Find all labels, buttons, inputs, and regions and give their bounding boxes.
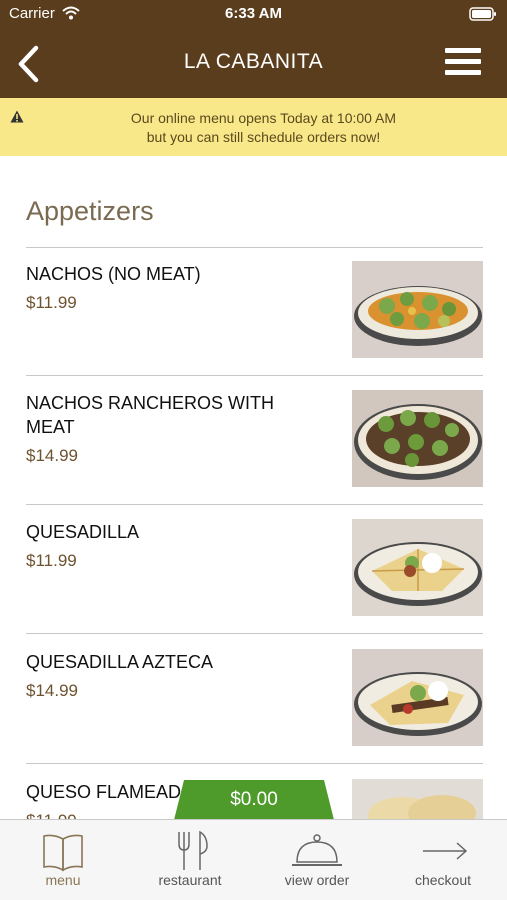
item-price: $14.99: [26, 446, 78, 465]
schedule-notice-banner: Our online menu opens Today at 10:00 AM …: [0, 98, 507, 156]
menu-item[interactable]: NACHOS (NO MEAT) $11.99: [26, 248, 483, 376]
item-photo: [352, 261, 483, 358]
tab-label: restaurant: [158, 872, 222, 888]
menu-item[interactable]: NACHOS RANCHEROS WITH MEAT $14.99: [26, 377, 483, 505]
item-price: $14.99: [26, 681, 78, 700]
menu-item[interactable]: QUESADILLA AZTECA $14.99: [26, 636, 483, 764]
item-photo: [352, 390, 483, 487]
hamburger-line: [445, 70, 481, 75]
tab-restaurant[interactable]: restaurant: [127, 820, 253, 900]
item-divider: [26, 763, 483, 764]
hamburger-line: [445, 59, 481, 64]
arrow-right-icon: [423, 842, 468, 860]
tab-view-order[interactable]: view order: [254, 820, 380, 900]
tab-checkout[interactable]: checkout: [380, 820, 506, 900]
item-price: $11.99: [26, 293, 77, 312]
item-name: NACHOS (NO MEAT): [26, 264, 201, 284]
tab-label: checkout: [414, 872, 472, 888]
status-time: 6:33 AM: [225, 5, 282, 22]
cloche-icon: [292, 834, 342, 866]
tab-menu[interactable]: menu: [0, 820, 126, 900]
warning-icon: [10, 110, 24, 123]
hamburger-menu-button[interactable]: [445, 46, 483, 78]
item-photo: [352, 519, 483, 616]
tab-bar: menu restaurant view order checkout: [0, 819, 507, 900]
battery-icon: [469, 7, 496, 21]
notice-text: Our online menu opens Today at 10:00 AM …: [30, 109, 497, 147]
notice-line-2: but you can still schedule orders now!: [146, 129, 381, 145]
menu-item[interactable]: QUESADILLA $11.99: [26, 506, 483, 634]
item-divider: [26, 504, 483, 505]
item-price: $11.99: [26, 551, 77, 570]
item-divider: [26, 375, 483, 376]
nav-bar: LA CABANITA: [0, 28, 507, 98]
item-name: QUESADILLA AZTECA: [26, 652, 214, 672]
hamburger-line: [445, 48, 481, 53]
tab-label: menu: [45, 872, 81, 888]
tab-label: view order: [284, 872, 350, 888]
page-title: LA CABANITA: [183, 50, 324, 73]
item-name: NACHOS RANCHEROS WITH MEAT: [26, 393, 275, 437]
book-icon: [43, 834, 83, 872]
item-divider: [26, 633, 483, 634]
cart-total-button[interactable]: $0.00: [174, 780, 334, 820]
item-name: QUESADILLA: [26, 522, 140, 542]
fork-knife-icon: [178, 830, 208, 870]
section-title: Appetizers: [26, 196, 154, 226]
status-bar: Carrier 6:33 AM: [0, 0, 507, 28]
notice-line-1: Our online menu opens Today at 10:00 AM: [130, 110, 397, 126]
item-photo: [352, 649, 483, 746]
